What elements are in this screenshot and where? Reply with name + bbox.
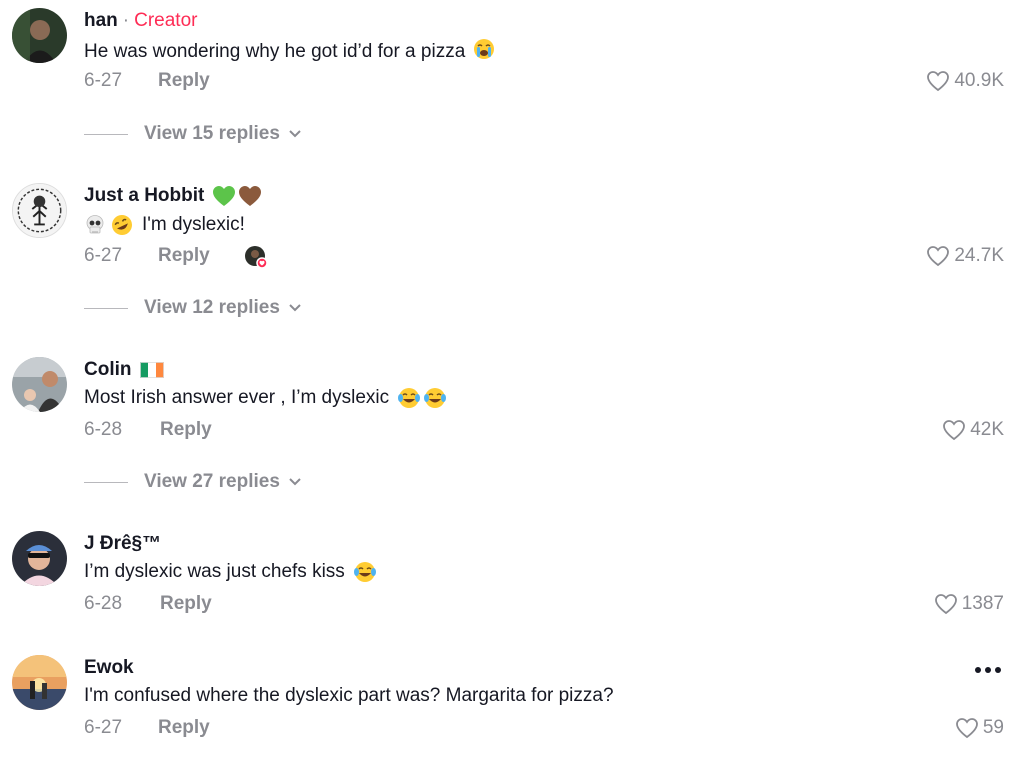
tears-of-joy-emoji xyxy=(424,388,447,408)
separator-dot: · xyxy=(122,10,130,31)
comment-text-row: I’m dyslexic was just chefs kiss xyxy=(84,561,377,583)
more-options-icon xyxy=(975,667,1001,673)
username-row: Just a Hobbit xyxy=(84,183,262,209)
username-row: J Ðrê§™ xyxy=(84,531,161,557)
chevron-down-icon xyxy=(289,304,301,312)
username-emojis xyxy=(212,185,262,207)
avatar[interactable] xyxy=(12,183,67,238)
heart-outline-icon xyxy=(955,718,978,739)
like-count: 40.9K xyxy=(954,70,1004,91)
view-replies-label: View 15 replies xyxy=(144,123,280,144)
ireland-flag-emoji xyxy=(139,362,164,378)
view-replies-label: View 12 replies xyxy=(144,297,280,318)
username-emojis xyxy=(139,362,164,378)
username-row: Colin xyxy=(84,357,164,383)
like-count: 42K xyxy=(970,419,1004,440)
like-button[interactable]: 1387 xyxy=(934,593,1004,615)
heart-outline-icon xyxy=(927,71,950,92)
divider-line xyxy=(84,133,128,135)
username[interactable]: han xyxy=(84,10,118,32)
like-count: 59 xyxy=(982,717,1004,738)
comment-meta: 6-27 Reply xyxy=(84,70,210,92)
comment-text: I'm dyslexic! xyxy=(142,214,245,235)
comment-meta: 6-28 Reply xyxy=(84,593,212,615)
heart-outline-icon xyxy=(943,420,966,441)
tears-of-joy-emoji xyxy=(398,388,421,408)
avatar[interactable] xyxy=(12,8,67,63)
tears-of-joy-emoji xyxy=(353,562,376,582)
comment-date: 6-27 xyxy=(84,245,123,266)
comment-meta: 6-27 Reply xyxy=(84,717,210,739)
heart-outline-icon xyxy=(934,594,957,615)
username-row: Ewok xyxy=(84,655,134,681)
reply-button[interactable]: Reply xyxy=(160,419,212,441)
liked-by-creator-badge xyxy=(244,245,268,269)
view-replies-label: View 27 replies xyxy=(144,471,280,492)
view-replies-button[interactable]: View 27 replies xyxy=(84,471,302,493)
like-button[interactable]: 24.7K xyxy=(926,245,1004,267)
divider-line xyxy=(84,481,128,483)
skull-emoji xyxy=(86,215,104,234)
comment-date: 6-28 xyxy=(84,593,123,614)
comment-date: 6-27 xyxy=(84,70,123,91)
view-replies-button[interactable]: View 12 replies xyxy=(84,297,302,319)
comment-text-row: He was wondering why he got id’d for a p… xyxy=(84,38,495,66)
more-options-button[interactable] xyxy=(974,661,1002,679)
like-button[interactable]: 40.9K xyxy=(926,70,1004,92)
comment-text-row: I'm dyslexic! xyxy=(84,213,245,237)
username-row: han · Creator xyxy=(84,8,197,34)
comment-text: Most Irish answer ever , I’m dyslexic xyxy=(84,387,390,408)
heart-outline-icon xyxy=(927,246,950,267)
comment-meta: 6-28 Reply xyxy=(84,419,212,441)
username[interactable]: Ewok xyxy=(84,657,134,679)
green-heart-emoji xyxy=(213,186,236,206)
like-button[interactable]: 42K xyxy=(942,419,1004,441)
divider-line xyxy=(84,307,128,309)
crying-face-emoji xyxy=(473,38,495,66)
view-replies-button[interactable]: View 15 replies xyxy=(84,123,302,145)
chevron-down-icon xyxy=(289,130,301,138)
like-count: 24.7K xyxy=(954,245,1004,266)
comment-text: He was wondering why he got id’d for a p… xyxy=(84,41,466,62)
rofl-emoji xyxy=(112,215,132,235)
comment-text: I'm confused where the dyslexic part was… xyxy=(84,685,614,706)
comment-date: 6-27 xyxy=(84,717,123,738)
avatar[interactable] xyxy=(12,357,67,412)
like-count: 1387 xyxy=(961,593,1004,614)
username[interactable]: Just a Hobbit xyxy=(84,185,204,207)
reply-button[interactable]: Reply xyxy=(158,245,210,267)
like-button[interactable]: 59 xyxy=(955,717,1004,739)
reply-button[interactable]: Reply xyxy=(158,717,210,739)
comment-text-row: I'm confused where the dyslexic part was… xyxy=(84,685,614,707)
avatar[interactable] xyxy=(12,655,67,710)
comment-text-row: Most Irish answer ever , I’m dyslexic xyxy=(84,387,447,409)
reply-button[interactable]: Reply xyxy=(160,593,212,615)
comment-meta: 6-27 Reply xyxy=(84,245,268,269)
chevron-down-icon xyxy=(289,478,301,486)
comment-text: I’m dyslexic was just chefs kiss xyxy=(84,561,345,582)
creator-badge: Creator xyxy=(134,10,198,31)
username[interactable]: J Ðrê§™ xyxy=(84,533,161,555)
username[interactable]: Colin xyxy=(84,359,132,381)
reply-button[interactable]: Reply xyxy=(158,70,210,92)
avatar[interactable] xyxy=(12,531,67,586)
comment-date: 6-28 xyxy=(84,419,123,440)
brown-heart-emoji xyxy=(239,186,262,206)
